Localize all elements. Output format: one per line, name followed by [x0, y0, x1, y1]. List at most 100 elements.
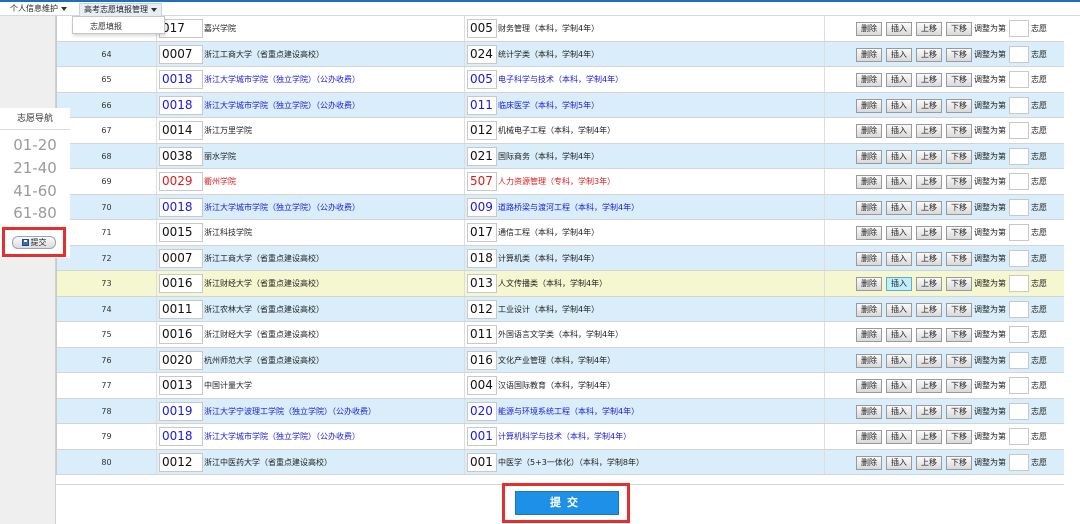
move-down-button[interactable]: 下移 [946, 175, 972, 189]
insert-button[interactable]: 插入 [886, 302, 912, 317]
school-code-input[interactable]: 0016 [159, 325, 203, 344]
delete-button[interactable]: 删除 [856, 149, 882, 164]
delete-button[interactable]: 删除 [856, 47, 882, 62]
school-code-input[interactable]: 0007 [159, 44, 203, 64]
major-code-input[interactable]: 020 [467, 401, 497, 421]
school-code-input[interactable]: 0013 [159, 376, 203, 395]
major-code-input[interactable]: 005 [467, 19, 497, 38]
major-code-input[interactable]: 012 [467, 299, 497, 319]
major-code-input[interactable]: 011 [467, 95, 497, 115]
move-up-button[interactable]: 上移 [916, 277, 942, 291]
delete-button[interactable]: 删除 [856, 302, 882, 317]
adjust-rank-input[interactable] [1009, 453, 1029, 471]
adjust-rank-input[interactable] [1009, 224, 1029, 241]
insert-button[interactable]: 插入 [886, 22, 912, 36]
move-down-button[interactable]: 下移 [946, 200, 972, 215]
adjust-rank-input[interactable] [1009, 45, 1029, 63]
school-code-input[interactable]: 017 [159, 19, 203, 38]
move-down-button[interactable]: 下移 [946, 277, 972, 291]
school-code-input[interactable]: 0015 [159, 223, 203, 242]
adjust-rank-input[interactable] [1009, 20, 1029, 37]
major-code-input[interactable]: 012 [467, 121, 497, 140]
move-down-button[interactable]: 下移 [946, 404, 972, 419]
insert-button[interactable]: 插入 [886, 251, 912, 266]
insert-button[interactable]: 插入 [886, 404, 912, 419]
school-code-input[interactable]: 0016 [159, 274, 203, 293]
major-code-input[interactable]: 017 [467, 223, 497, 242]
school-code-input[interactable]: 0019 [159, 401, 203, 421]
move-down-button[interactable]: 下移 [946, 430, 972, 444]
dropdown-item-fill[interactable]: 志愿填报 [90, 21, 122, 32]
insert-button[interactable]: 插入 [886, 455, 912, 470]
nav-item-61-80[interactable]: 61-80 [0, 202, 70, 224]
school-code-input[interactable]: 0007 [159, 248, 203, 268]
menu-personal-info[interactable]: 个人信息维护 [6, 3, 71, 16]
adjust-rank-input[interactable] [1009, 122, 1029, 139]
school-code-input[interactable]: 0018 [159, 70, 203, 89]
move-up-button[interactable]: 上移 [916, 251, 942, 266]
major-code-input[interactable]: 009 [467, 197, 497, 217]
move-down-button[interactable]: 下移 [946, 73, 972, 87]
move-up-button[interactable]: 上移 [916, 73, 942, 87]
delete-button[interactable]: 删除 [856, 251, 882, 266]
school-code-input[interactable]: 0038 [159, 146, 203, 166]
adjust-rank-input[interactable] [1009, 428, 1029, 445]
major-code-input[interactable]: 001 [467, 427, 497, 446]
adjust-rank-input[interactable] [1009, 377, 1029, 394]
move-down-button[interactable]: 下移 [946, 149, 972, 164]
school-code-input[interactable]: 0012 [159, 452, 203, 472]
move-up-button[interactable]: 上移 [916, 124, 942, 138]
major-code-input[interactable]: 507 [467, 172, 497, 191]
major-code-input[interactable]: 021 [467, 146, 497, 166]
move-down-button[interactable]: 下移 [946, 251, 972, 266]
move-up-button[interactable]: 上移 [916, 302, 942, 317]
adjust-rank-input[interactable] [1009, 249, 1029, 267]
move-up-button[interactable]: 上移 [916, 455, 942, 470]
insert-button[interactable]: 插入 [886, 124, 912, 138]
major-code-input[interactable]: 005 [467, 70, 497, 89]
move-up-button[interactable]: 上移 [916, 47, 942, 62]
move-up-button[interactable]: 上移 [916, 200, 942, 215]
delete-button[interactable]: 删除 [856, 379, 882, 393]
adjust-rank-input[interactable] [1009, 96, 1029, 114]
insert-button[interactable]: 插入 [886, 353, 912, 368]
menu-gaokao-manage[interactable]: 高考志愿填报管理 [79, 3, 162, 16]
major-code-input[interactable]: 001 [467, 452, 497, 472]
move-up-button[interactable]: 上移 [916, 226, 942, 240]
insert-button[interactable]: 插入 [886, 47, 912, 62]
school-code-input[interactable]: 0020 [159, 350, 203, 370]
insert-button[interactable]: 插入 [886, 430, 912, 444]
adjust-rank-input[interactable] [1009, 275, 1029, 292]
insert-button[interactable]: 插入 [886, 226, 912, 240]
move-down-button[interactable]: 下移 [946, 226, 972, 240]
insert-button[interactable]: 插入 [886, 379, 912, 393]
nav-item-41-60[interactable]: 41-60 [0, 180, 70, 202]
school-code-input[interactable]: 0018 [159, 427, 203, 446]
delete-button[interactable]: 删除 [856, 455, 882, 470]
adjust-rank-input[interactable] [1009, 173, 1029, 190]
nav-item-01-20[interactable]: 01-20 [0, 134, 70, 156]
insert-button[interactable]: 插入 [886, 200, 912, 215]
move-down-button[interactable]: 下移 [946, 455, 972, 470]
school-code-input[interactable]: 0018 [159, 95, 203, 115]
school-code-input[interactable]: 0018 [159, 197, 203, 217]
move-down-button[interactable]: 下移 [946, 22, 972, 36]
adjust-rank-input[interactable] [1009, 147, 1029, 165]
adjust-rank-input[interactable] [1009, 351, 1029, 369]
move-down-button[interactable]: 下移 [946, 328, 972, 342]
delete-button[interactable]: 删除 [856, 22, 882, 36]
move-up-button[interactable]: 上移 [916, 175, 942, 189]
move-down-button[interactable]: 下移 [946, 379, 972, 393]
delete-button[interactable]: 删除 [856, 430, 882, 444]
move-down-button[interactable]: 下移 [946, 98, 972, 113]
adjust-rank-input[interactable] [1009, 300, 1029, 318]
school-code-input[interactable]: 0011 [159, 299, 203, 319]
delete-button[interactable]: 删除 [856, 328, 882, 342]
adjust-rank-input[interactable] [1009, 402, 1029, 420]
insert-button[interactable]: 插入 [886, 73, 912, 87]
move-down-button[interactable]: 下移 [946, 47, 972, 62]
delete-button[interactable]: 删除 [856, 277, 882, 291]
adjust-rank-input[interactable] [1009, 326, 1029, 343]
adjust-rank-input[interactable] [1009, 198, 1029, 216]
delete-button[interactable]: 删除 [856, 226, 882, 240]
